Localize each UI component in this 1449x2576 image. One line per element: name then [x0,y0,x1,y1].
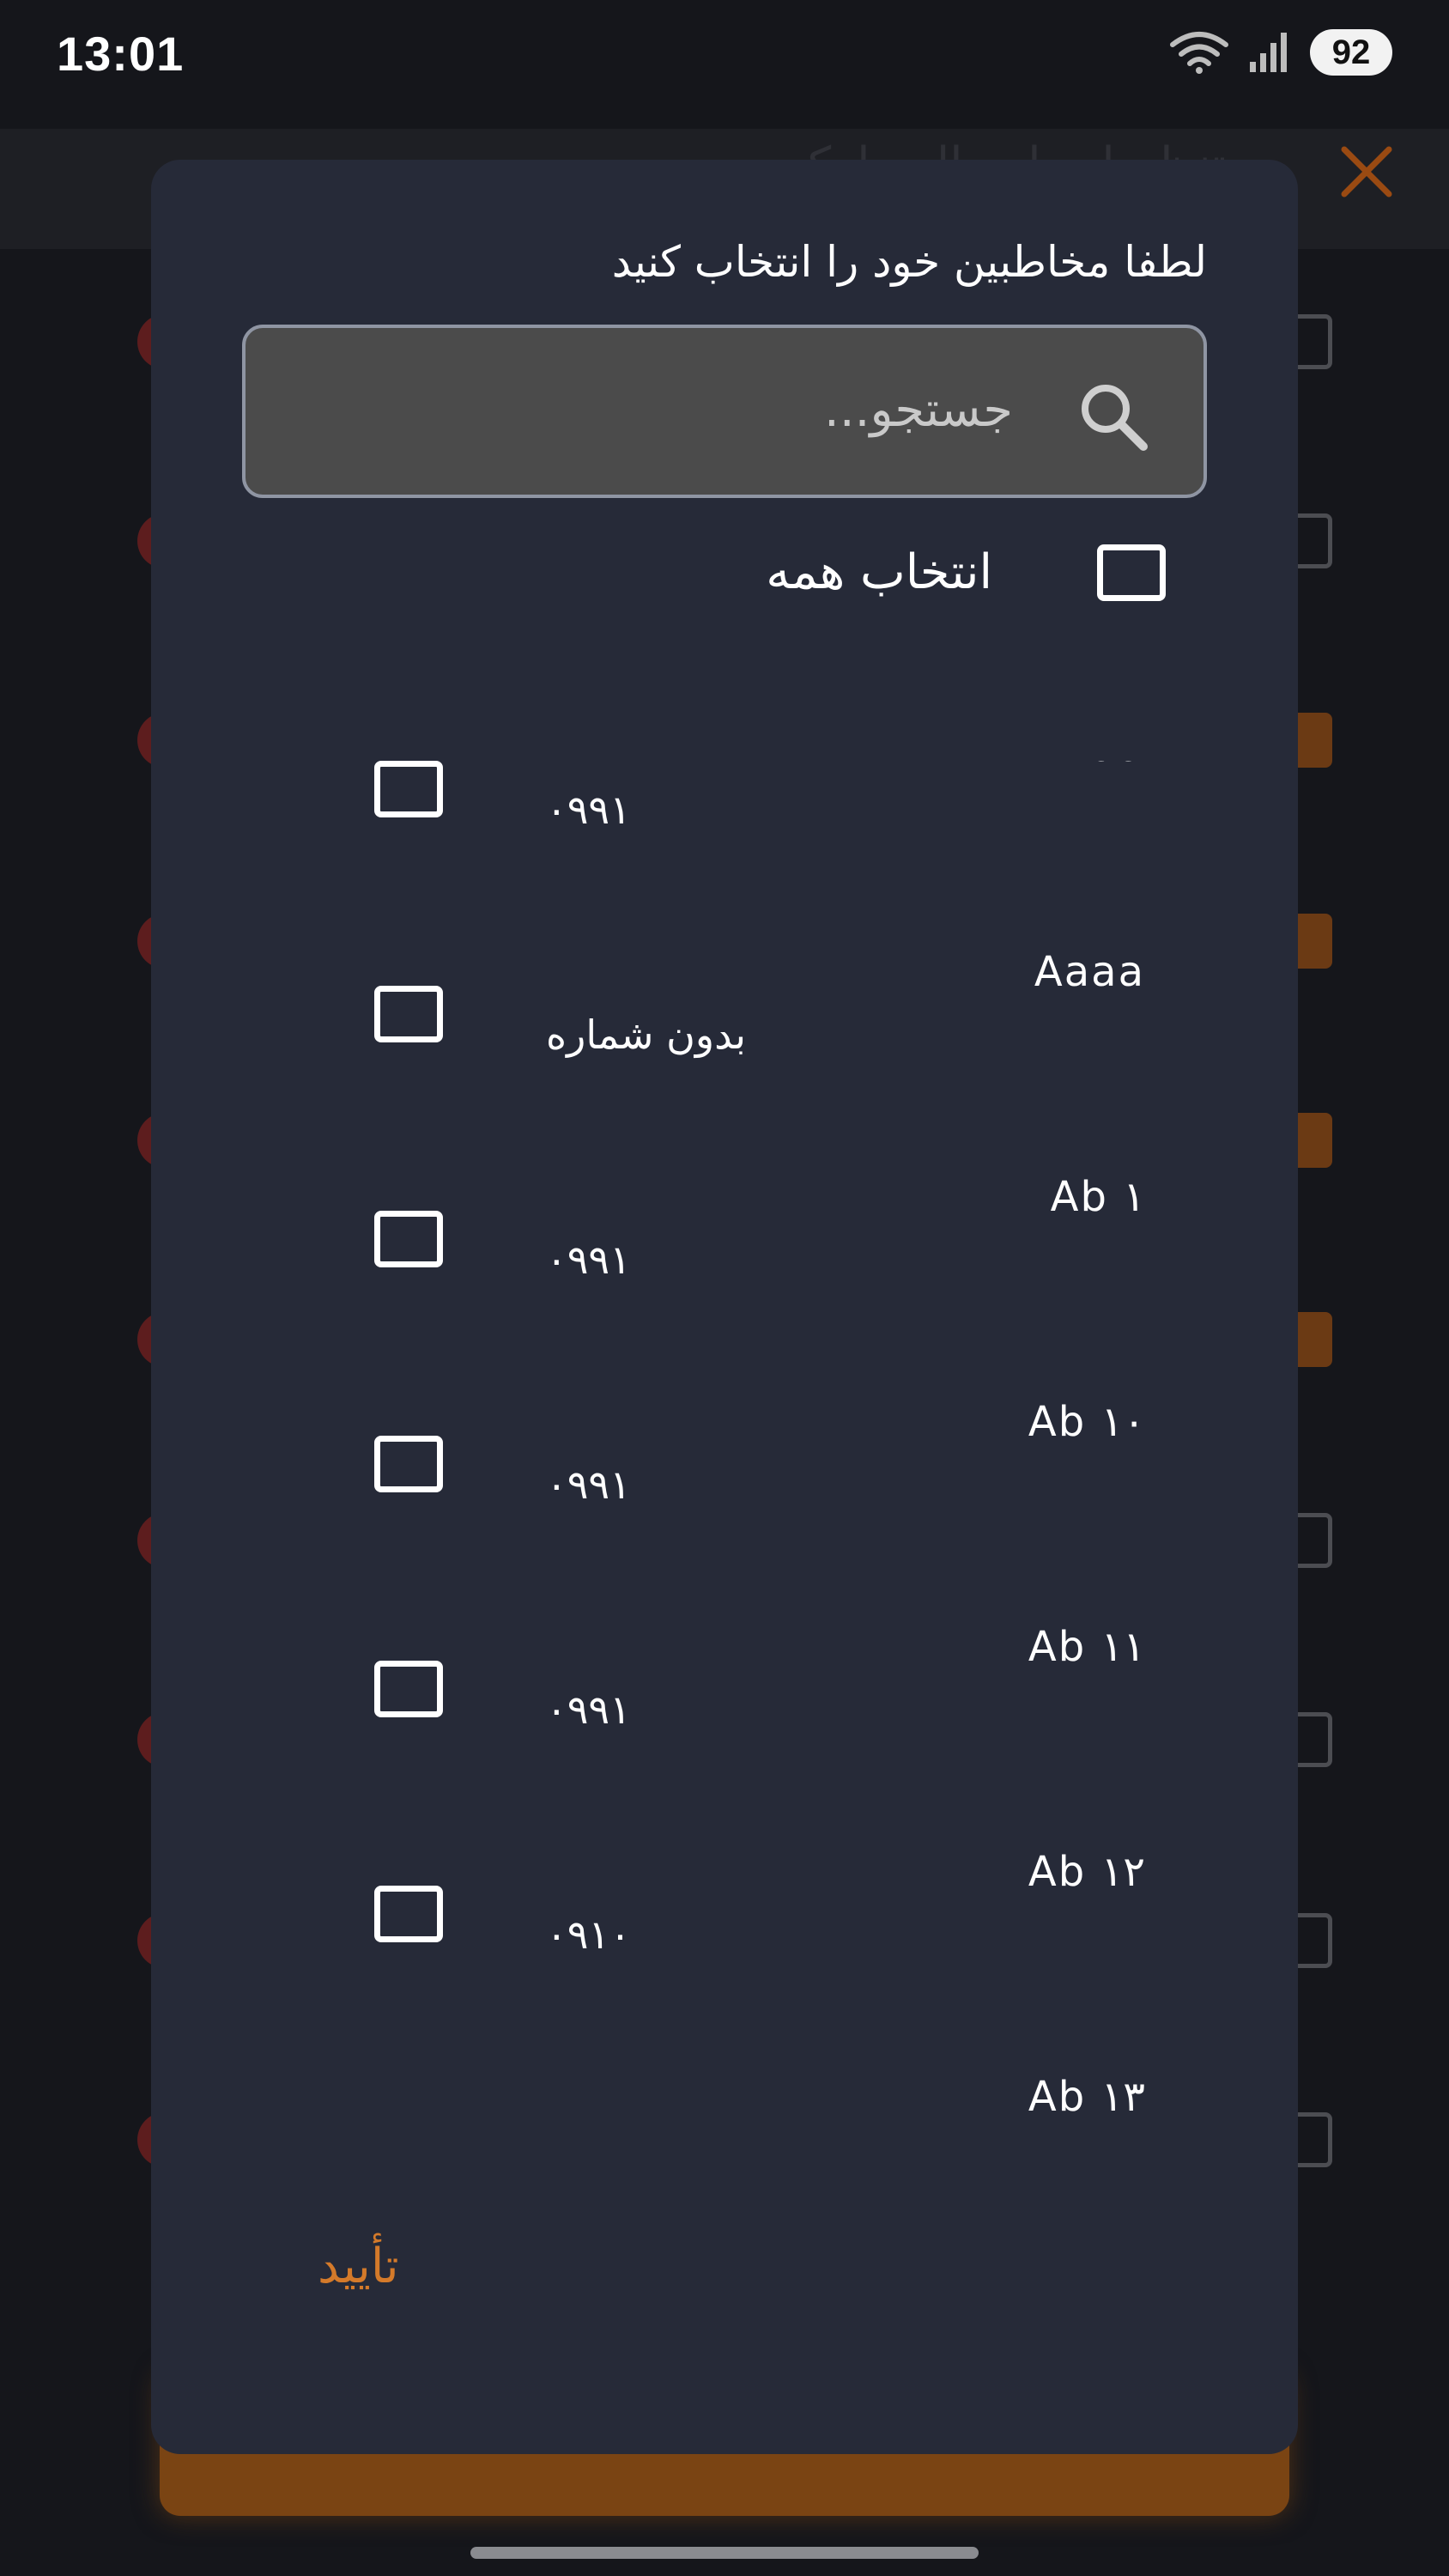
background-row-checkbox [1294,2112,1332,2167]
contact-phone: ۰۹۹۱ [546,787,631,833]
background-row-checkbox [1294,1712,1332,1767]
contact-phone: ۰۹۱۰ [546,1911,631,1958]
contact-checkbox[interactable] [374,1211,443,1267]
contact-picker-dialog: لطفا مخاطبین خود را انتخاب کنید انتخاب ه… [151,160,1298,2454]
background-row-checkbox [1294,914,1332,969]
select-all-label: انتخاب همه [766,544,992,600]
background-row-checkbox [1294,314,1332,369]
contact-name: Ab ۱۱ [1028,1623,1145,1671]
background-row-checkbox [1294,513,1332,568]
background-row-checkbox [1294,1513,1332,1568]
contact-name: Ab ۱۲ [1028,1848,1145,1896]
search-icon[interactable] [1075,378,1152,455]
wifi-icon [1170,32,1228,74]
list-clip-edge [151,2152,1298,2178]
background-row-checkbox [1294,1113,1332,1168]
background-row-checkbox [1294,1913,1332,1968]
contact-phone: ۰۹۹۱ [546,1236,631,1283]
contact-name: Ab ۱۳ [1028,2073,1145,2121]
dialog-title: لطفا مخاطبین خود را انتخاب کنید [611,237,1207,287]
screen: تنظیمات ارسال پیامک 13:01 [0,0,1449,2576]
contact-name: Aaa [1061,761,1145,771]
search-box[interactable] [242,325,1207,498]
select-all-checkbox[interactable] [1097,544,1166,601]
confirm-button[interactable]: تأیید [312,2238,404,2295]
background-row-checkbox [1294,713,1332,768]
contact-phone: ۰۹۹۱ [546,1461,631,1508]
contact-name: Ab ۱۰ [1028,1398,1145,1446]
contact-checkbox[interactable] [374,1436,443,1492]
status-icons: 92 [1169,29,1392,76]
home-indicator[interactable] [470,2547,979,2559]
contact-list[interactable]: Aaa ۰۹۹۱ Aaaa بدون شماره Ab ۱ ۰۹۹۱ Ab ۱۰… [151,761,1298,2178]
contact-checkbox[interactable] [374,1661,443,1717]
close-icon[interactable] [1332,137,1401,206]
background-row-checkbox [1294,1312,1332,1367]
search-input[interactable] [465,371,1015,448]
contact-name: Aaaa [1034,948,1145,996]
signal-icon [1250,33,1287,72]
contact-phone: ۰۹۹۱ [546,1686,631,1733]
contact-checkbox[interactable] [374,986,443,1042]
contact-phone: بدون شماره [546,1012,747,1058]
contact-name: Ab ۱ [1050,1173,1145,1221]
select-all-row[interactable]: انتخاب همه [151,529,1298,632]
contact-checkbox[interactable] [374,761,443,817]
status-time: 13:01 [57,27,185,81]
battery-indicator: 92 [1310,29,1392,76]
contact-checkbox[interactable] [374,1886,443,1942]
